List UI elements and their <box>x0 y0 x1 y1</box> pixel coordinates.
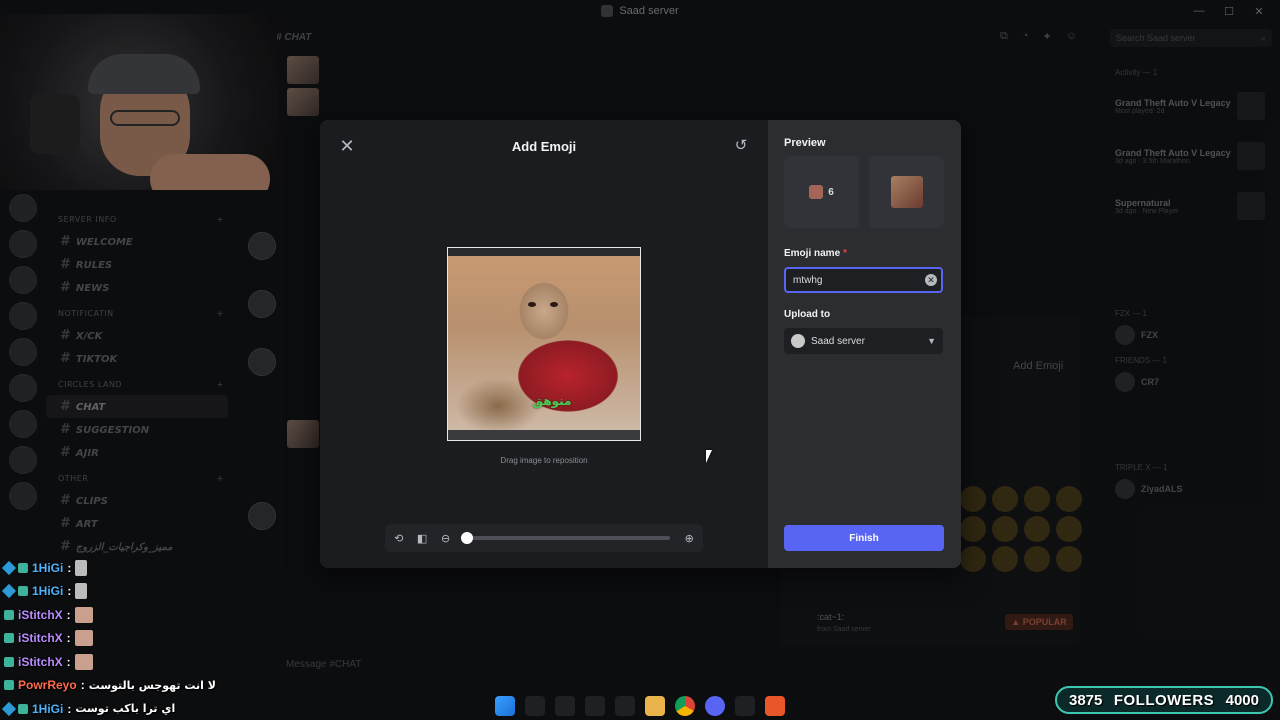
stream-chat-line: iStitchX: <box>0 627 260 651</box>
stream-chat-line: iStitchX: <box>0 650 260 674</box>
search-icon[interactable] <box>525 696 545 716</box>
discord-icon[interactable] <box>705 696 725 716</box>
chat-username: PowrReyo <box>18 678 77 693</box>
start-icon[interactable] <box>495 696 515 716</box>
emoji-settings-pane: Preview 6 Emoji name* ✕ Upload to Saad s… <box>768 120 961 568</box>
reaction-count: 6 <box>828 186 834 198</box>
rotate-icon[interactable]: ⟲ <box>391 530 406 546</box>
upload-server-value: Saad server <box>811 335 865 347</box>
chat-message: لا انت تهوجس بالتوست <box>88 678 216 692</box>
follower-goal-widget: 3875 FOLLOWERS 4000 <box>1055 686 1273 714</box>
store-icon[interactable] <box>585 696 605 716</box>
screen: Saad server — ☐ ✕ SERVER INFO + # WELCOME … <box>0 0 1280 720</box>
finish-button[interactable]: Finish <box>784 525 944 551</box>
zoom-out-icon[interactable]: ⊖ <box>438 530 453 546</box>
badge-icon <box>4 609 14 620</box>
zoom-slider[interactable] <box>461 532 670 544</box>
follower-count: 3875 <box>1069 691 1103 709</box>
large-preview <box>869 156 944 228</box>
task-view-icon[interactable] <box>555 696 575 716</box>
drag-hint: Drag image to reposition <box>500 456 588 465</box>
chat-username: 1HiGi <box>32 584 64 599</box>
chat-username: iStitchX <box>18 631 63 646</box>
badge-icon <box>4 656 14 667</box>
chat-username: 1HiGi <box>32 560 64 575</box>
emote-icon <box>75 559 88 576</box>
chat-username: iStitchX <box>18 607 63 622</box>
brave-icon[interactable] <box>765 696 785 716</box>
upload-to-label: Upload to <box>784 309 831 320</box>
flip-icon[interactable]: ◧ <box>414 530 429 546</box>
chat-username: iStitchX <box>18 654 63 669</box>
badge-icon <box>1 584 17 599</box>
emoji-large-preview <box>890 176 923 208</box>
folder-icon[interactable] <box>645 696 665 716</box>
preview-label: Preview <box>784 137 826 149</box>
mouse-cursor <box>706 450 712 463</box>
stream-chat-line: 1HiGi: <box>0 580 260 604</box>
clear-input-icon[interactable]: ✕ <box>925 274 937 286</box>
badge-icon <box>1 560 17 575</box>
badge-icon <box>4 633 14 644</box>
image-toolbar: ⟲ ◧ ⊖ ⊕ <box>385 524 703 552</box>
badge-icon <box>18 586 28 597</box>
required-mark: * <box>843 248 848 259</box>
crop-pane: ✕ Add Emoji ↺ منوهق Drag image to reposi… <box>320 120 768 568</box>
emoji-name-input[interactable] <box>784 267 943 293</box>
dialog-title: Add Emoji <box>511 139 577 154</box>
server-icon <box>791 334 805 348</box>
image-caption: منوهق <box>532 394 572 408</box>
emote-icon <box>74 606 93 623</box>
monkey-eye <box>550 302 558 307</box>
emoji-name-label: Emoji name * <box>784 248 847 259</box>
upload-server-select[interactable]: Saad server ▼ <box>784 328 943 354</box>
crop-frame[interactable]: منوهق <box>447 247 641 441</box>
emoji-image[interactable]: منوهق <box>448 256 640 430</box>
zoom-slider-handle[interactable] <box>461 532 474 544</box>
reaction-preview: 6 <box>784 156 859 228</box>
stream-chat-line: iStitchX: <box>0 603 260 627</box>
emoji-name-label-text: Emoji name <box>784 248 841 259</box>
crop-padding <box>448 430 640 440</box>
monkey-eye <box>528 302 536 307</box>
emote-icon <box>74 630 93 647</box>
app-icon[interactable] <box>615 696 635 716</box>
badge-icon <box>4 680 14 691</box>
add-emoji-dialog: ✕ Add Emoji ↺ منوهق Drag image to reposi… <box>320 120 961 568</box>
chevron-down-icon: ▼ <box>927 336 936 346</box>
emote-icon <box>75 583 88 600</box>
follower-label: FOLLOWERS <box>1113 691 1215 709</box>
emoji-mini-preview <box>809 185 824 199</box>
chrome-icon[interactable] <box>675 696 695 716</box>
follower-goal: 4000 <box>1225 691 1259 709</box>
stream-chat-line: 1HiGi: <box>0 556 260 580</box>
badge-icon <box>18 562 28 573</box>
steam-icon[interactable] <box>735 696 755 716</box>
rotate-ccw-icon[interactable]: ↺ <box>732 137 750 155</box>
zoom-in-icon[interactable]: ⊕ <box>682 530 697 546</box>
emote-icon <box>74 653 93 670</box>
